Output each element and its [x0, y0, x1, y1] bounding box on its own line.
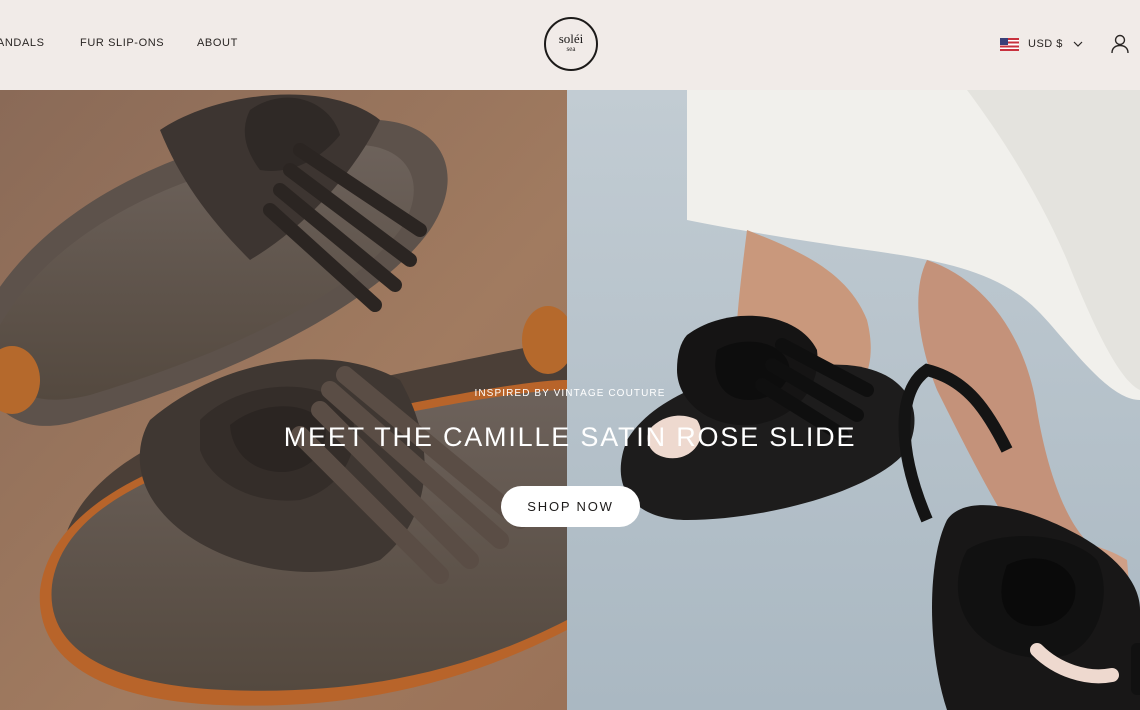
logo-wordmark: soléi — [558, 31, 584, 46]
currency-label: USD $ — [1028, 38, 1063, 50]
nav-item-about[interactable]: ABOUT — [197, 37, 238, 49]
user-icon[interactable] — [1110, 33, 1130, 55]
brand-logo[interactable]: soléi sea — [544, 17, 598, 71]
nav-item-fur-slip-ons[interactable]: FUR SLIP-ONS — [80, 37, 164, 49]
hero-headline: MEET THE CAMILLE SATIN ROSE SLIDE — [283, 422, 857, 452]
us-flag-icon — [1000, 37, 1019, 51]
currency-selector[interactable]: USD $ — [1000, 36, 1084, 52]
side-widget-tab[interactable] — [1131, 643, 1140, 695]
nav-item-sandals[interactable]: SANDALS — [0, 37, 45, 49]
site-header: SANDALS FUR SLIP-ONS ABOUT soléi sea USD… — [0, 0, 1140, 90]
logo-subtext: sea — [566, 45, 576, 53]
shop-now-button[interactable]: SHOP NOW — [501, 486, 640, 527]
chevron-down-icon — [1073, 41, 1083, 47]
hero-overlay: INSPIRED BY VINTAGE COUTURE MEET THE CAM… — [0, 90, 1140, 710]
hero-eyebrow: INSPIRED BY VINTAGE COUTURE — [474, 388, 666, 399]
hero-banner[interactable]: INSPIRED BY VINTAGE COUTURE MEET THE CAM… — [0, 90, 1140, 710]
